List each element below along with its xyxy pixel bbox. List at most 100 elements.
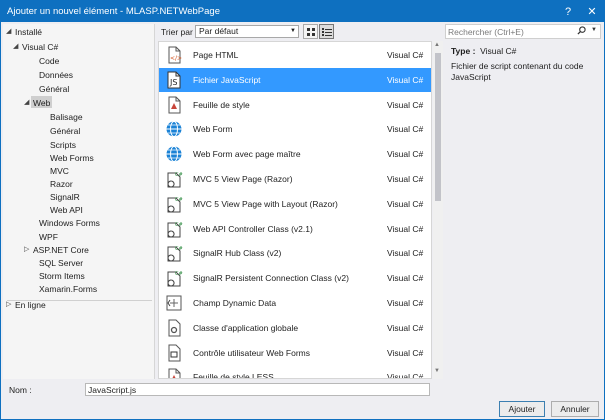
template-item[interactable]: C# MVC 5 View Page (Razor) Visual C# — [159, 167, 431, 191]
template-item[interactable]: C# MVC 5 View Page with Layout (Razor) Vis… — [159, 192, 431, 216]
svg-text:</>: </> — [170, 55, 182, 62]
add-button[interactable]: Ajouter — [499, 401, 545, 417]
template-name: Page HTML — [193, 50, 239, 60]
template-item[interactable]: Feuille de style LESS Visual C# — [159, 365, 431, 379]
svg-text:C#: C# — [175, 197, 183, 203]
tree-item-label: Web API — [50, 205, 83, 215]
tree-item-label: Razor — [50, 179, 73, 189]
template-name: Fichier JavaScript — [193, 74, 261, 85]
template-item[interactable]: JS Fichier JavaScript Visual C# — [159, 67, 431, 92]
svg-text:JS: JS — [169, 78, 177, 87]
sort-dropdown[interactable]: Par défaut ▼ — [195, 25, 299, 38]
globe-icon — [165, 120, 183, 138]
tree-item-label: Général — [50, 126, 81, 136]
template-name: Web Form — [193, 124, 233, 135]
template-language: Visual C# — [387, 174, 424, 184]
template-language: Visual C# — [387, 50, 424, 60]
template-name: SignalR Persistent Connection Class (v2) — [193, 273, 349, 284]
tree-item-label: Scripts — [50, 140, 76, 150]
collapse-arrow-icon[interactable]: ◢ — [13, 41, 21, 53]
template-item[interactable]: C# Web API Controller Class (v2.1) Visual … — [159, 217, 431, 241]
tree-item-label: Code — [39, 56, 60, 66]
scroll-up-icon[interactable]: ▲ — [434, 42, 440, 48]
javascript-file-icon: JS — [165, 71, 183, 89]
template-language: Visual C# — [387, 322, 424, 333]
cancel-button[interactable]: Annuler — [551, 401, 599, 417]
svg-text:C#: C# — [175, 271, 183, 277]
template-item[interactable]: Classe d'application globale Visual C# — [159, 316, 431, 340]
grid-view-button[interactable] — [303, 24, 318, 39]
gear-page-icon — [165, 319, 183, 337]
template-name: Web Form avec page maître — [193, 149, 301, 160]
search-dropdown-icon[interactable]: ▼ — [591, 27, 597, 33]
csharp-page-icon: C# — [165, 269, 183, 287]
name-field[interactable] — [85, 383, 430, 396]
template-item[interactable]: C# SignalR Persistent Connection Class (v… — [159, 266, 431, 290]
template-item[interactable]: Feuille de style Visual C# — [159, 93, 431, 117]
template-name: Champ Dynamic Data — [193, 298, 277, 308]
search-icon[interactable] — [577, 26, 586, 37]
template-item[interactable]: C# SignalR Hub Class (v2) Visual C# — [159, 241, 431, 265]
tree-item-label: Web Forms — [50, 153, 94, 163]
list-toolbar: Trier par : Par défaut ▼ — [161, 24, 441, 40]
template-language: Visual C# — [387, 149, 424, 160]
template-category-tree: ◢ Installé ◢ Visual C# Code Données Général ◢ We… — [3, 24, 155, 379]
template-item[interactable]: Champ Dynamic Data Visual C# — [159, 291, 431, 315]
scroll-thumb[interactable] — [435, 53, 441, 201]
tree-item-label: MVC — [50, 166, 69, 176]
stylesheet-icon — [165, 368, 183, 378]
csharp-page-icon: C# — [165, 170, 183, 188]
template-name: Contrôle utilisateur Web Forms — [193, 347, 310, 358]
tree-item-label: Général — [39, 84, 70, 94]
template-name: Classe d'application globale — [193, 322, 299, 333]
template-language: Visual C# — [387, 198, 424, 209]
tree-item-label: SignalR — [50, 192, 80, 202]
help-button[interactable]: ? — [557, 1, 579, 22]
csharp-page-icon: C# — [165, 220, 183, 238]
svg-text:C#: C# — [175, 246, 183, 252]
template-language: Visual C# — [387, 99, 424, 110]
template-name: MVC 5 View Page with Layout (Razor) — [193, 198, 338, 209]
template-item[interactable]: Contrôle utilisateur Web Forms Visual C# — [159, 341, 431, 365]
add-new-item-dialog: Ajouter un nouvel élément - MLASP.NETWeb… — [0, 0, 605, 420]
type-line: Type : Visual C# — [451, 46, 516, 56]
tree-item-label: Visual C# — [22, 42, 59, 52]
tree-item-label: SQL Server — [39, 258, 84, 268]
collapse-arrow-icon[interactable]: ◢ — [24, 97, 32, 109]
list-view-button[interactable] — [319, 24, 334, 39]
search-box[interactable]: ▼ — [445, 24, 601, 39]
template-language: Visual C# — [387, 372, 424, 379]
template-item[interactable]: Web Form Visual C# — [159, 117, 431, 141]
tree-item-label: ASP.NET Core — [33, 245, 89, 255]
scroll-down-icon[interactable]: ▼ — [434, 368, 440, 374]
template-language: Visual C# — [387, 347, 424, 358]
template-list: </> Page HTML Visual C# JS Fichier JavaScrip… — [158, 41, 432, 379]
close-button[interactable]: ✕ — [581, 1, 603, 22]
template-name: SignalR Hub Class (v2) — [193, 248, 282, 259]
template-language: Visual C# — [387, 223, 424, 234]
sort-label: Trier par : — [161, 27, 198, 37]
type-value: Visual C# — [480, 46, 517, 56]
tree-item-label: Windows Forms — [39, 218, 100, 228]
title-bar: Ajouter un nouvel élément - MLASP.NETWeb… — [1, 1, 604, 22]
template-list-scrollbar[interactable]: ▲ ▼ — [433, 41, 443, 379]
template-language: Visual C# — [387, 248, 424, 259]
tree-item-label: WPF — [39, 232, 58, 242]
csharp-page-icon: C# — [165, 195, 183, 213]
globe-icon — [165, 145, 183, 163]
window-title: Ajouter un nouvel élément - MLASP.NETWeb… — [7, 6, 220, 17]
tree-item-label: Web — [33, 98, 51, 108]
template-description: Fichier de script contenant du code Java… — [451, 61, 584, 82]
template-item[interactable]: Web Form avec page maître Visual C# — [159, 142, 431, 166]
html-page-icon: </> — [165, 46, 183, 64]
search-input[interactable] — [448, 26, 578, 37]
user-control-icon — [165, 344, 183, 362]
collapse-arrow-icon[interactable]: ◢ — [6, 26, 14, 38]
template-language: Visual C# — [387, 273, 424, 284]
stylesheet-icon — [165, 96, 183, 114]
tree-item-label: Données — [39, 70, 74, 80]
template-item[interactable]: </> Page HTML Visual C# — [159, 43, 431, 67]
sort-value: Par défaut — [199, 26, 239, 36]
expand-arrow-icon[interactable]: ▷ — [24, 244, 32, 256]
type-label: Type : — [451, 46, 476, 56]
